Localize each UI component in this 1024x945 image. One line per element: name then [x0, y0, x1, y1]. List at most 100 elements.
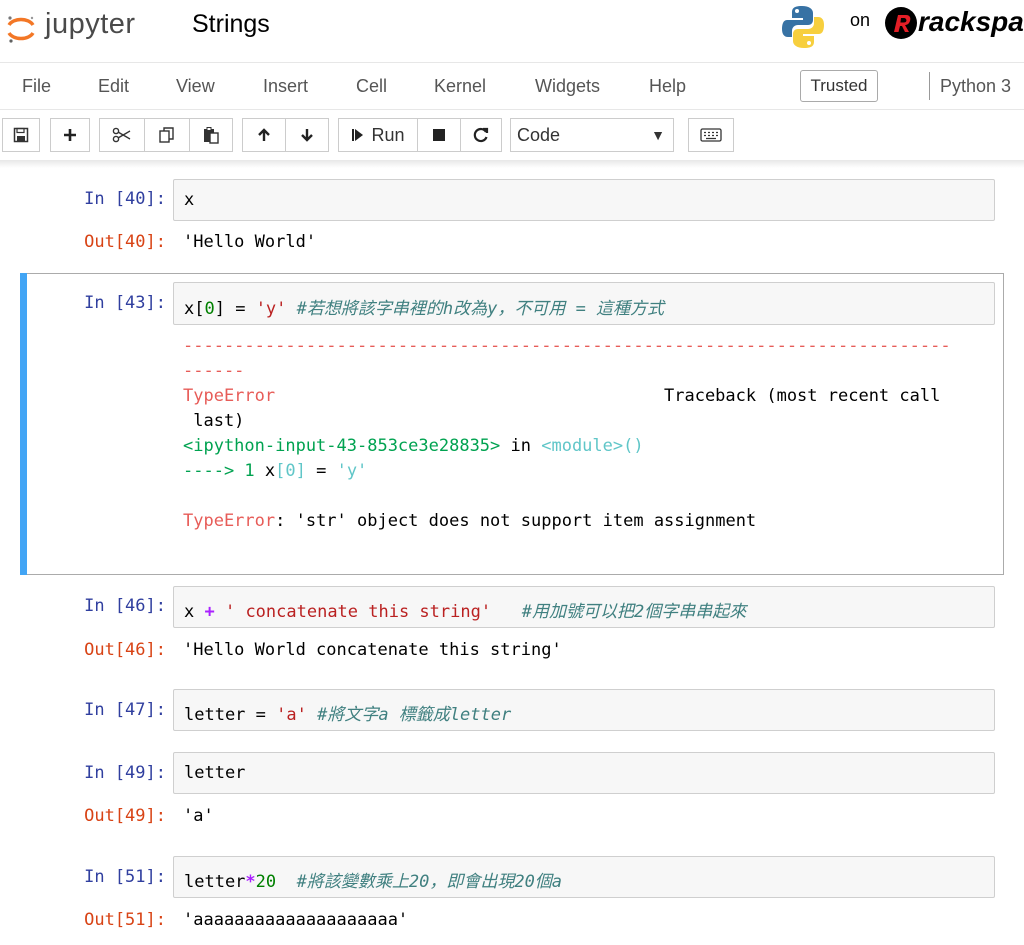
traceback-header: Traceback (most recent call	[664, 386, 941, 406]
code-comment: #若想將該字串裡的h改為y，不可用 = 這種方式	[286, 299, 665, 319]
jupyter-logo-icon[interactable]	[6, 14, 36, 44]
code-number: 20	[255, 872, 277, 892]
traceback-message: TypeError: 'str' object does not support…	[183, 511, 756, 531]
traceback-paren: ()	[623, 436, 644, 456]
code-token: letter =	[184, 705, 277, 725]
code-token: x	[184, 602, 205, 622]
code-operator: *	[245, 872, 256, 892]
menu-edit[interactable]: Edit	[98, 76, 129, 97]
code-token: 0	[204, 299, 215, 319]
on-label: on	[850, 10, 871, 30]
traceback-arrow: ----> 1	[183, 461, 265, 481]
header: jupyter Strings on rackspace	[0, 0, 1024, 62]
menu-view[interactable]: View	[176, 76, 215, 97]
move-down-button[interactable]	[285, 118, 329, 152]
code-cell-43-input[interactable]: x[0] = 'y' #若想將該字串裡的h改為y，不可用 = 這種方式	[173, 282, 995, 325]
copy-icon	[159, 127, 174, 143]
paste-button[interactable]	[189, 118, 233, 152]
traceback-in: in	[500, 436, 542, 456]
code-cell-47-input[interactable]: letter = 'a' #將文字a 標籤成letter	[173, 689, 995, 731]
code-comment: #用加號可以把2個字串串起來	[491, 602, 747, 622]
cell-40-code: x	[184, 190, 195, 210]
jupyter-logo-text[interactable]: jupyter	[45, 8, 136, 41]
code-cell-40-input[interactable]: x	[173, 179, 995, 221]
interrupt-kernel-button[interactable]	[417, 118, 461, 152]
out-prompt-49: Out[49]:	[84, 806, 166, 826]
copy-button[interactable]	[144, 118, 190, 152]
out-prompt-40: Out[40]:	[84, 232, 166, 252]
in-prompt-49: In [49]:	[84, 763, 166, 783]
menu-cell[interactable]: Cell	[356, 76, 387, 97]
refresh-icon	[473, 127, 489, 143]
traceback-final-type: TypeError	[183, 511, 276, 531]
keyboard-icon	[700, 128, 722, 142]
traceback-token: [0]	[275, 461, 306, 481]
cell-51-output: 'aaaaaaaaaaaaaaaaaaaa'	[183, 910, 409, 930]
run-button[interactable]: Run	[338, 118, 418, 152]
cell-47-code: letter = 'a' #將文字a 標籤成letter	[184, 700, 511, 725]
notebook-title[interactable]: Strings	[192, 10, 270, 39]
move-up-button[interactable]	[242, 118, 286, 152]
kernel-divider	[929, 72, 930, 100]
save-icon	[13, 127, 29, 143]
code-cell-51-input[interactable]: letter*20 #將該變數乘上20，即會出現20個a	[173, 856, 995, 898]
code-string: ' concatenate this string'	[214, 602, 492, 622]
traceback-location: <ipython-input-43-853ce3e28835> in <modu…	[183, 436, 644, 456]
cut-button[interactable]	[99, 118, 145, 152]
cell-40-output: 'Hello World'	[183, 232, 317, 252]
code-token: ] =	[214, 299, 256, 319]
menu-widgets[interactable]: Widgets	[535, 76, 600, 97]
cell-49-output: 'a'	[183, 806, 214, 826]
traceback-error-type: TypeError	[183, 386, 276, 406]
cell-46-output: 'Hello World concatenate this string'	[183, 640, 562, 660]
plus-icon	[64, 129, 76, 141]
menu-insert[interactable]: Insert	[263, 76, 308, 97]
python-logo-icon	[782, 6, 824, 48]
traceback-dashes: ----------------------------------------…	[183, 336, 951, 356]
cell-46-code: x + ' concatenate this string' #用加號可以把2個…	[184, 597, 746, 622]
traceback-token: 'y'	[336, 461, 368, 481]
save-button[interactable]	[2, 118, 40, 152]
cell-type-value: Code	[517, 125, 561, 145]
traceback-token: x	[264, 461, 276, 481]
cell-type-select[interactable]: Code ▼	[510, 118, 674, 152]
trusted-indicator[interactable]: Trusted	[800, 70, 878, 102]
scissors-icon	[112, 127, 131, 143]
insert-cell-button[interactable]	[50, 118, 90, 152]
code-cell-46-input[interactable]: x + ' concatenate this string' #用加號可以把2個…	[173, 586, 995, 628]
menu-bar: File Edit View Insert Cell Kernel Widget…	[0, 62, 1024, 110]
in-prompt-47: In [47]:	[84, 700, 166, 720]
rackspace-logo-text: rackspace	[918, 6, 1024, 37]
traceback-input-name: <ipython-input-43-853ce3e28835>	[183, 436, 501, 456]
traceback-token: =	[305, 461, 337, 481]
arrow-up-icon	[258, 128, 270, 141]
out-prompt-51: Out[51]:	[84, 910, 166, 930]
cell-49-code: letter	[184, 763, 246, 783]
code-token: letter	[184, 872, 246, 892]
cell-43-code: x[0] = 'y' #若想將該字串裡的h改為y，不可用 = 這種方式	[184, 294, 664, 319]
paste-icon	[204, 127, 219, 144]
code-string: 'a'	[276, 705, 307, 725]
menu-help[interactable]: Help	[649, 76, 686, 97]
kernel-indicator[interactable]: Python 3	[940, 76, 1011, 97]
caret-down-icon: ▼	[651, 127, 665, 143]
code-cell-49-input[interactable]: letter	[173, 752, 995, 794]
menu-file[interactable]: File	[22, 76, 51, 97]
restart-kernel-button[interactable]	[460, 118, 502, 152]
menu-kernel[interactable]: Kernel	[434, 76, 486, 97]
command-palette-button[interactable]	[688, 118, 734, 152]
toolbar: Run Code ▼	[0, 110, 1024, 162]
in-prompt-46: In [46]:	[84, 596, 166, 616]
code-comment: #將該變數乘上20，即會出現20個a	[276, 872, 563, 892]
traceback-dashes-wrap: ------	[183, 361, 245, 381]
in-prompt-40: In [40]:	[84, 189, 166, 209]
code-token: x[	[184, 299, 205, 319]
arrow-down-icon	[301, 129, 313, 142]
traceback-module: <module>	[541, 436, 624, 456]
code-string: 'y'	[255, 299, 287, 319]
traceback-code-line: ----> 1 x[0] = 'y'	[183, 461, 367, 481]
stop-icon	[433, 129, 445, 141]
code-operator: +	[204, 602, 215, 622]
header-shadow	[0, 160, 1024, 168]
rackspace-logo-icon	[885, 7, 917, 39]
